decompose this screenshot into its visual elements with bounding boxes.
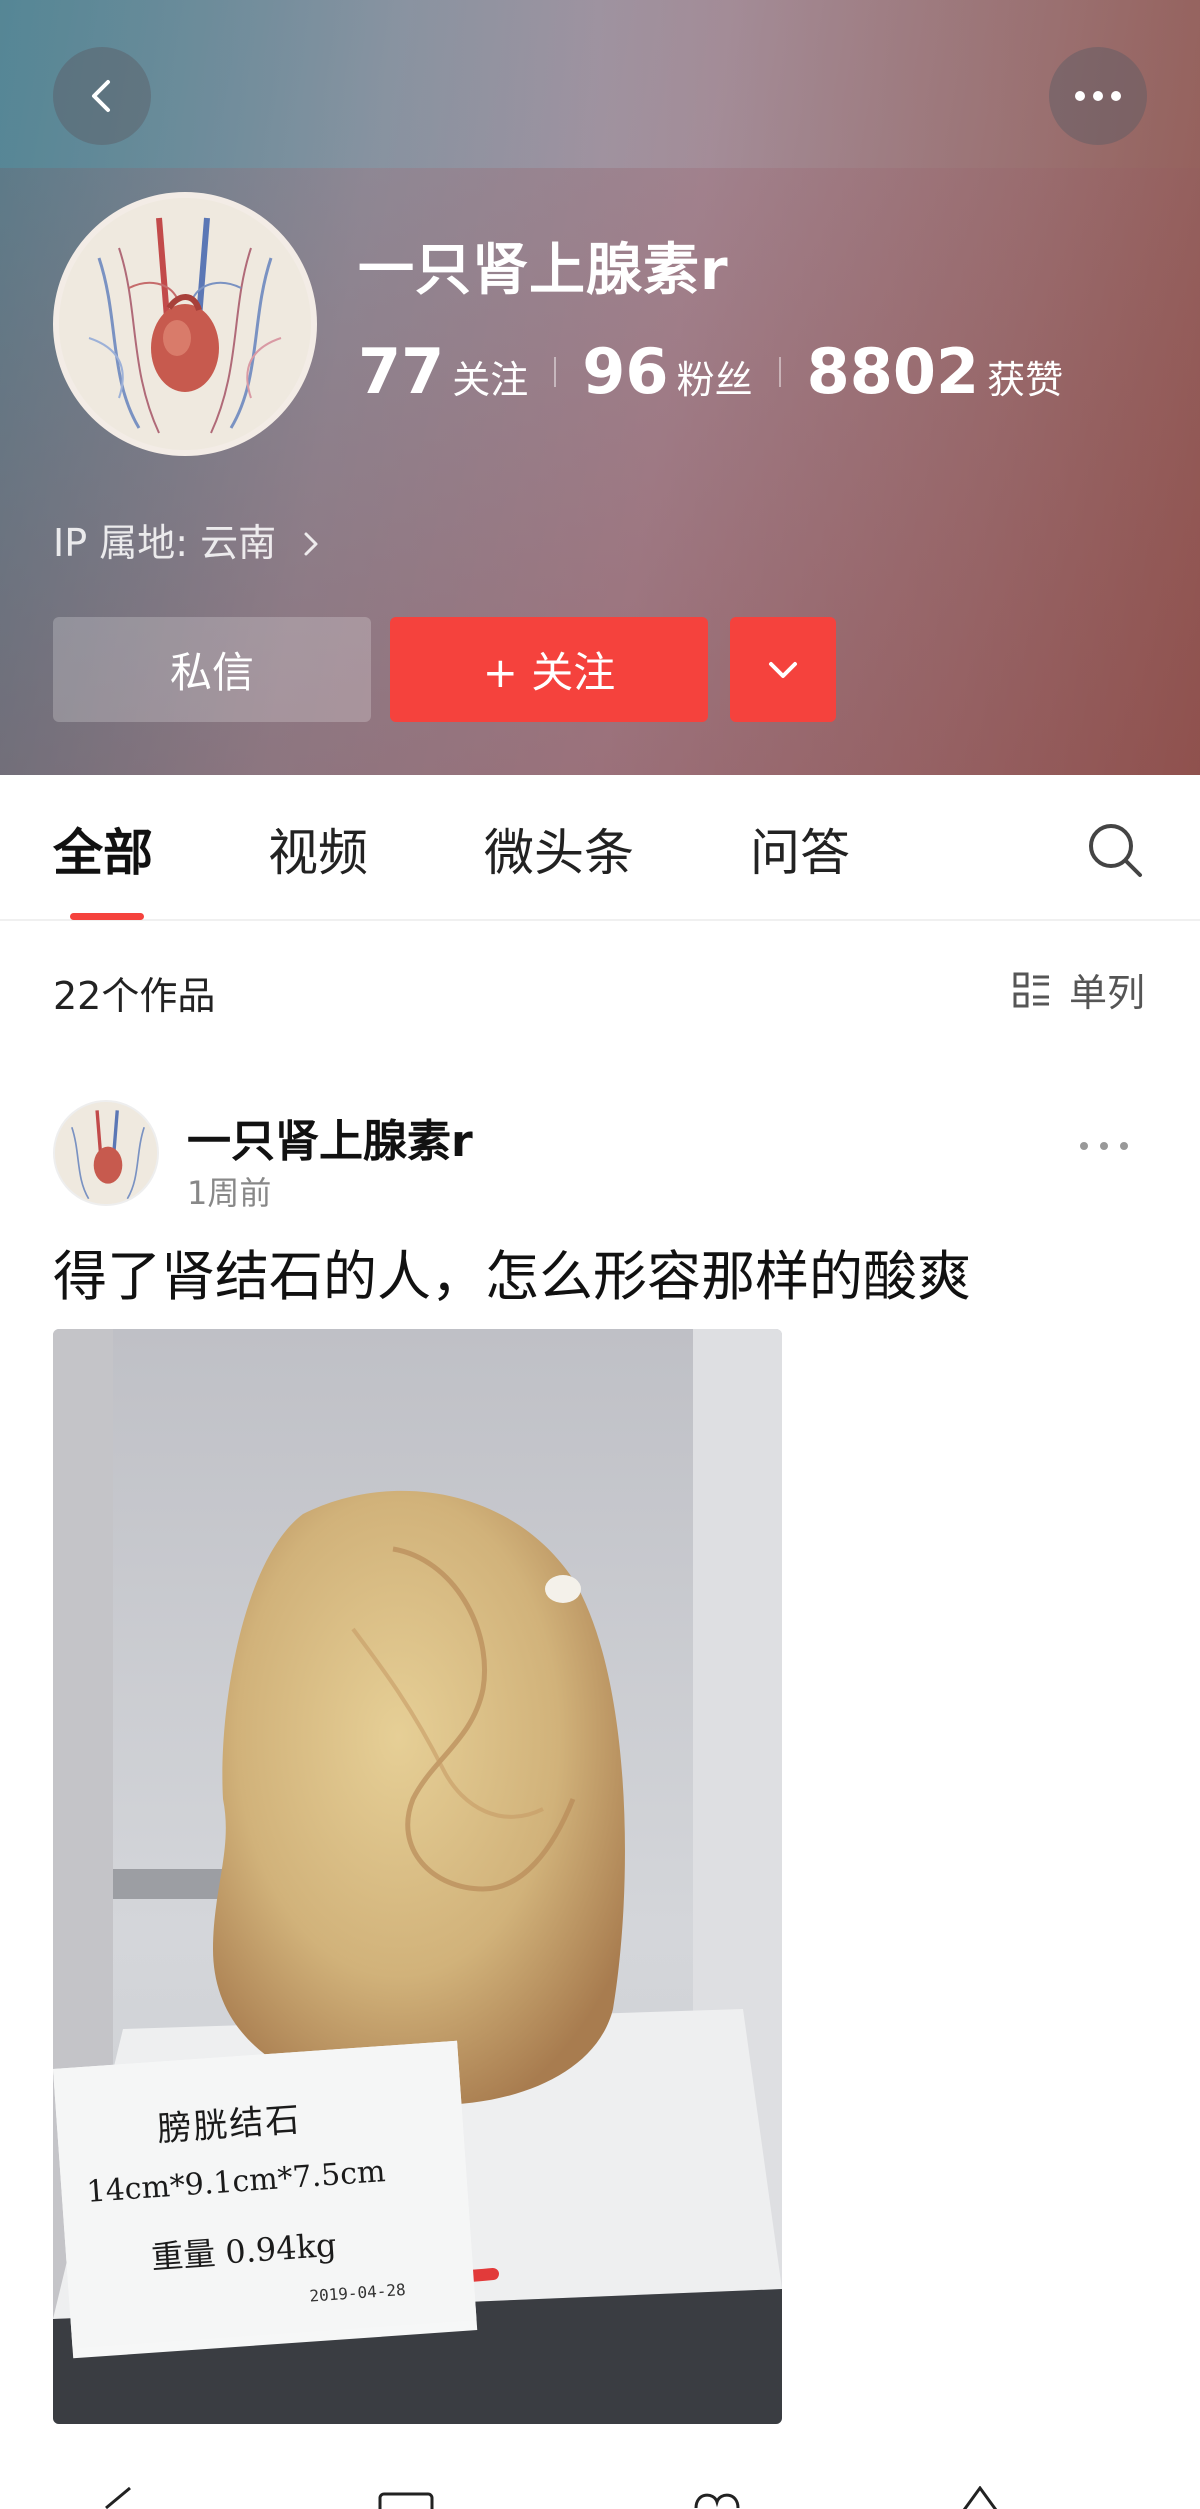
tab-all[interactable]: 全部 <box>53 813 153 885</box>
stat-followers[interactable]: 96 粉丝 <box>582 335 752 408</box>
specimen-label-title: 膀胱结石 <box>156 2099 303 2150</box>
post-text[interactable]: 得了肾结石的人，怎么形容那样的酸爽 <box>53 1232 971 1311</box>
works-count: 22个作品 <box>53 974 216 1018</box>
favorite-icon[interactable] <box>960 2486 1000 2509</box>
profile-stats: 77 关注 96 粉丝 8802 获赞 <box>358 335 1063 408</box>
stat-following[interactable]: 77 关注 <box>358 335 528 408</box>
stat-divider <box>554 356 557 387</box>
layout-toggle[interactable]: 单列 <box>1013 962 1145 1017</box>
more-options-button[interactable] <box>1049 47 1147 145</box>
anatomy-heart-avatar-image <box>55 1102 157 1204</box>
stat-divider <box>778 356 781 387</box>
chevron-down-icon <box>769 661 797 678</box>
stat-followers-count: 96 <box>582 335 669 408</box>
profile-header: 一只肾上腺素r 77 关注 96 粉丝 8802 获赞 IP 属地: 云南 私信 + … <box>0 0 1200 775</box>
content-tabs: 全部 视频 微头条 问答 <box>0 775 1200 921</box>
post-time: 1周前 <box>187 1174 272 1212</box>
tab-micro-headline[interactable]: 微头条 <box>484 813 634 885</box>
back-arrow-icon <box>92 80 110 112</box>
comment-icon[interactable] <box>378 2490 434 2509</box>
share-icon[interactable] <box>100 2484 140 2509</box>
post-action-bar <box>0 2470 1200 2509</box>
top-bar <box>0 0 1200 168</box>
message-button[interactable]: 私信 <box>53 617 371 722</box>
post-image[interactable]: 膀胱结石 14cm*9.1cm*7.5cm 重量 0.94kg 2019-04-… <box>53 1329 782 2424</box>
specimen-label-weight: 重量 0.94kg <box>150 2225 338 2277</box>
anatomy-heart-avatar-image <box>59 198 311 450</box>
follow-button[interactable]: + 关注 <box>390 617 708 722</box>
ip-location[interactable]: IP 属地: 云南 <box>53 512 322 567</box>
layout-label: 单列 <box>1069 971 1146 1015</box>
specimen-label-size: 14cm*9.1cm*7.5cm <box>85 2154 387 2210</box>
more-icon <box>1075 91 1121 101</box>
tab-qa[interactable]: 问答 <box>750 813 850 885</box>
post-more-icon[interactable] <box>1078 1140 1130 1152</box>
active-tab-indicator <box>70 913 144 920</box>
specimen-label: 膀胱结石 14cm*9.1cm*7.5cm 重量 0.94kg 2019-04-… <box>53 2040 477 2349</box>
stat-followers-label: 粉丝 <box>676 358 753 402</box>
specimen-label-date: 2019-04-28 <box>308 2279 407 2306</box>
stat-likes-label: 获赞 <box>987 358 1064 402</box>
post-author-name[interactable]: 一只肾上腺素r <box>187 1105 473 1169</box>
stat-likes[interactable]: 8802 获赞 <box>807 335 1064 408</box>
profile-avatar[interactable] <box>53 192 317 456</box>
stat-following-label: 关注 <box>452 358 529 402</box>
ip-location-text: IP 属地: 云南 <box>53 521 277 565</box>
follow-dropdown-button[interactable] <box>730 617 836 722</box>
search-icon[interactable] <box>1085 820 1145 880</box>
tab-video[interactable]: 视频 <box>268 813 368 885</box>
like-icon[interactable] <box>692 2488 742 2509</box>
back-button[interactable] <box>53 47 151 145</box>
stat-likes-count: 8802 <box>806 335 980 408</box>
chevron-right-icon <box>304 532 318 556</box>
stat-following-count: 77 <box>358 335 445 408</box>
post-author-avatar[interactable] <box>53 1100 159 1206</box>
profile-username: 一只肾上腺素r <box>358 238 729 303</box>
list-layout-icon <box>1013 972 1049 1007</box>
